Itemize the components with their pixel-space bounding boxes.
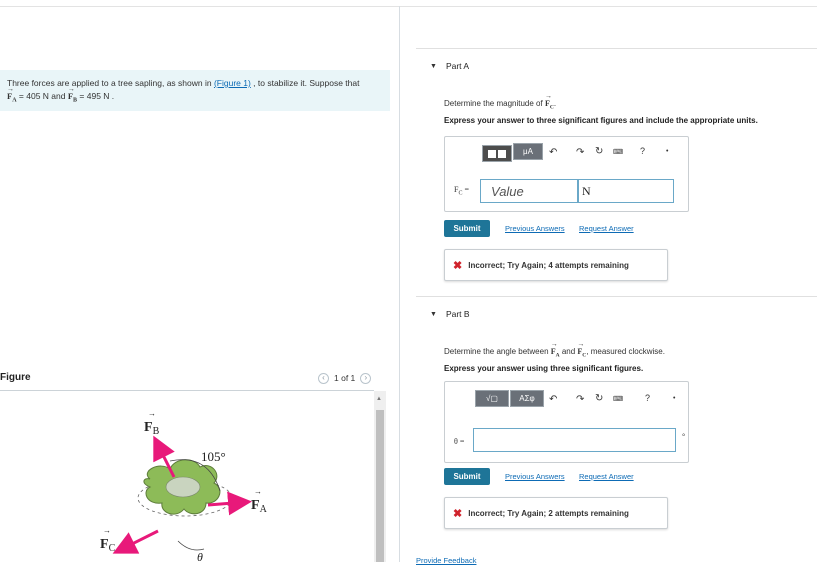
part-a-rule (416, 48, 817, 49)
more-icon[interactable]: • (666, 148, 668, 155)
force-b-label: FB (144, 420, 160, 437)
theta-label: θ (197, 550, 203, 563)
part-a-request-answer-link[interactable]: Request Answer (579, 224, 634, 233)
part-b-title: Part B (445, 309, 470, 319)
caret-down-icon: ▼ (430, 62, 437, 70)
part-b-question: Determine the angle between FA and FC, m… (444, 347, 665, 359)
force-a-arrow (207, 491, 252, 516)
templates-button[interactable] (482, 145, 512, 162)
force-c-label: FC (100, 537, 116, 554)
part-a-title: Part A (445, 61, 470, 71)
degree-unit: ° (682, 432, 686, 441)
trunk-base (165, 476, 201, 498)
part-a-question-end: . (553, 99, 557, 108)
force-b-symbol: FB (68, 91, 77, 104)
part-b-previous-answers-link[interactable]: Previous Answers (505, 472, 565, 481)
figure-link[interactable]: (Figure 1) (214, 78, 251, 88)
scroll-up-icon[interactable]: ▲ (376, 396, 382, 402)
figure-pager: ‹ 1 of 1 › (318, 371, 372, 385)
problem-line-2: FA = 405 N and FB = 495 N . (7, 91, 114, 107)
part-a-answer-panel: μA ↶ ↷ ↻ ⌨ ? • FC = Value N (444, 136, 689, 212)
part-b-rule (416, 296, 817, 297)
figure-label: Figure (0, 372, 31, 383)
incorrect-x-icon: ✖ (453, 259, 463, 272)
force-a-symbol: FA (7, 91, 17, 104)
provide-feedback-link[interactable]: Provide Feedback (416, 556, 476, 565)
part-b-feedback: ✖ Incorrect; Try Again; 2 attempts remai… (444, 497, 668, 529)
part-b-instruction: Express your answer using three signific… (444, 364, 644, 373)
figure-panel: FB → 105° FA → FC → θ (0, 390, 374, 563)
force-a-vector-arrow: → (254, 487, 262, 496)
force-b-vector-arrow: → (148, 409, 156, 418)
greek-symbols-button[interactable]: ΑΣφ (510, 390, 544, 407)
force-c-symbol: FC (545, 99, 554, 111)
problem-line-1: Three forces are applied to a tree sapli… (7, 78, 359, 89)
part-b-answer-panel: √▢ ΑΣφ ↶ ↷ ↻ ⌨ ? • θ = ° (444, 381, 689, 463)
force-c-symbol-b: FC (577, 347, 586, 359)
part-b-question-mid: and (559, 347, 578, 356)
theta-arc (177, 540, 205, 551)
part-a-submit-button[interactable]: Submit (444, 220, 490, 237)
part-a-header[interactable]: ▼ Part A (430, 61, 469, 71)
chevron-right-icon[interactable]: › (360, 372, 372, 384)
part-b-question-end: , measured clockwise. (586, 347, 665, 356)
keyboard-icon[interactable]: ⌨ (613, 395, 623, 403)
pane-divider (399, 6, 400, 562)
part-a-question: Determine the magnitude of FC. (444, 99, 556, 111)
problem-text-end: , to stabilize it. Suppose that (250, 78, 360, 88)
force-c-arrow (112, 529, 159, 554)
top-divider (0, 6, 817, 7)
help-icon[interactable]: ? (640, 146, 645, 156)
chevron-left-icon[interactable]: ‹ (318, 372, 329, 384)
redo-icon[interactable]: ↷ (576, 147, 584, 158)
redo-icon[interactable]: ↷ (576, 394, 584, 405)
force-c-vector-arrow: → (103, 526, 111, 535)
more-icon[interactable]: • (673, 395, 675, 402)
reset-icon[interactable]: ↻ (595, 146, 603, 157)
part-b-question-text: Determine the angle between (444, 347, 551, 356)
angle-input[interactable] (473, 428, 676, 452)
undo-icon[interactable]: ↶ (549, 147, 557, 158)
force-a-label: FA (251, 498, 268, 515)
fc-field-label: FC = (454, 185, 469, 197)
force-a-value: = 405 N and (16, 91, 68, 101)
keyboard-icon[interactable]: ⌨ (613, 148, 623, 156)
part-a-feedback: ✖ Incorrect; Try Again; 4 attempts remai… (444, 249, 668, 281)
part-a-instruction: Express your answer to three significant… (444, 116, 758, 125)
caret-down-icon: ▼ (430, 310, 437, 318)
part-b-submit-button[interactable]: Submit (444, 468, 490, 485)
pager-text: 1 of 1 (334, 373, 356, 383)
value-input[interactable]: Value (480, 179, 578, 203)
part-a-question-text: Determine the magnitude of (444, 99, 545, 108)
undo-icon[interactable]: ↶ (549, 394, 557, 405)
angle-label: 105° (201, 449, 226, 464)
reset-icon[interactable]: ↻ (595, 393, 603, 404)
figure-scrollbar-thumb[interactable] (376, 410, 384, 562)
unit-input[interactable]: N (578, 179, 674, 203)
force-b-value: = 495 N . (77, 91, 115, 101)
part-a-feedback-text: Incorrect; Try Again; 4 attempts remaini… (468, 260, 629, 270)
tree-sapling-figure: FB → 105° FA → FC → θ (100, 409, 268, 563)
units-button[interactable]: μA (513, 143, 543, 160)
problem-text: Three forces are applied to a tree sapli… (7, 78, 214, 88)
theta-field-label: θ = (454, 437, 465, 446)
part-b-header[interactable]: ▼ Part B (430, 309, 470, 319)
part-a-previous-answers-link[interactable]: Previous Answers (505, 224, 565, 233)
math-templates-button[interactable]: √▢ (475, 390, 509, 407)
force-a-symbol-b: FA (551, 347, 560, 359)
help-icon[interactable]: ? (645, 393, 650, 403)
problem-statement: Three forces are applied to a tree sapli… (0, 70, 390, 111)
incorrect-x-icon: ✖ (453, 507, 463, 520)
part-b-feedback-text: Incorrect; Try Again; 2 attempts remaini… (468, 508, 629, 518)
part-b-request-answer-link[interactable]: Request Answer (579, 472, 634, 481)
